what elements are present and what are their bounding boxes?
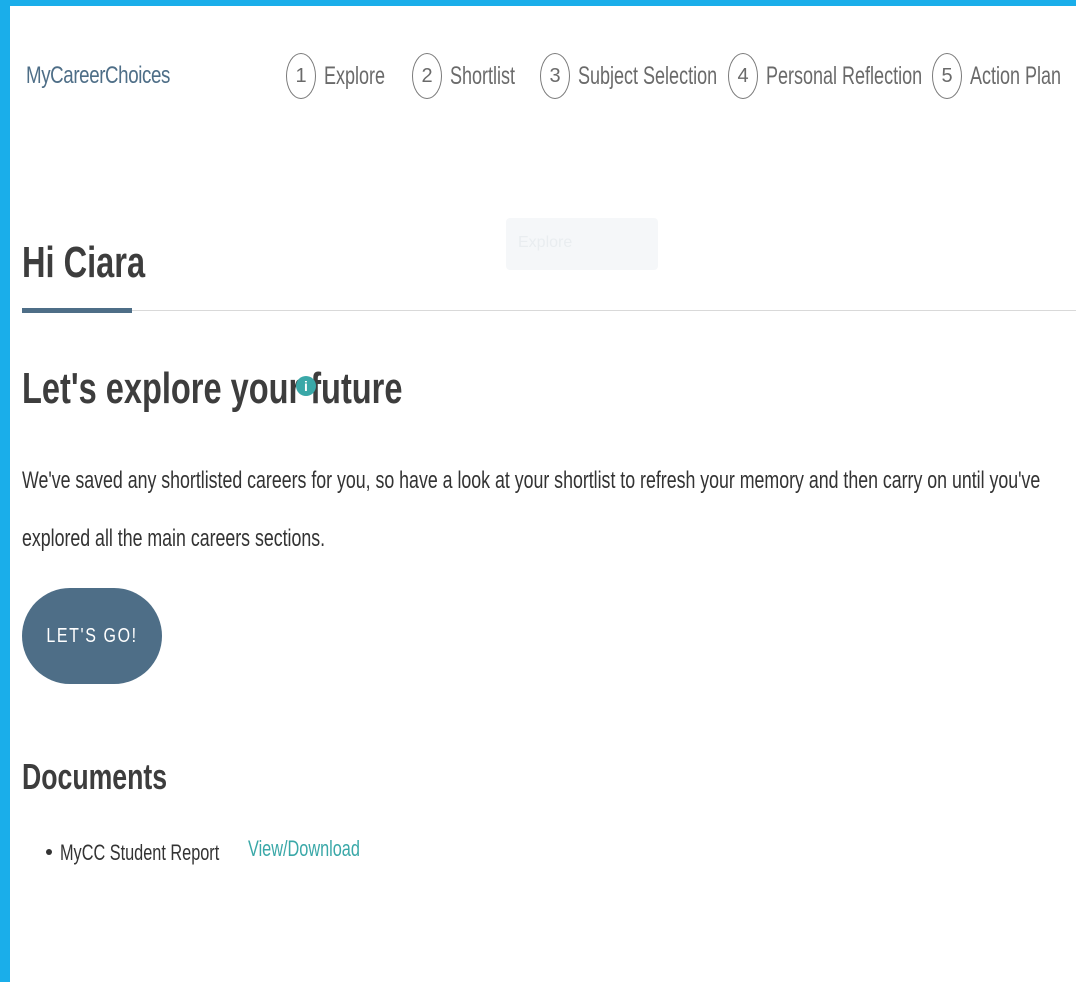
top-navigation: MyCareerChoices 1 Explore 2 Shortlist 3 … (10, 6, 1076, 156)
nav-step-shortlist[interactable]: 2 Shortlist (412, 53, 540, 99)
brand-logo[interactable]: MyCareerChoices (22, 26, 202, 126)
window-frame-left (0, 0, 10, 982)
document-name: MyCC Student Report (60, 840, 220, 865)
faded-explore-label: Explore (518, 234, 573, 251)
step-label: Personal Reflection (766, 61, 923, 90)
step-label: Action Plan (970, 61, 1062, 90)
list-item: MyCC Student Report View/Download (46, 836, 546, 870)
step-number: 3 (540, 53, 570, 99)
view-download-link[interactable]: View/Download (248, 836, 360, 862)
step-label: Explore (324, 61, 386, 90)
greeting-underline (22, 308, 132, 313)
step-label: Subject Selection (578, 61, 718, 90)
brand-name: MyCareerChoices (26, 62, 170, 89)
bullet-icon (46, 849, 52, 855)
step-number: 4 (728, 53, 758, 99)
nav-step-explore[interactable]: 1 Explore (286, 53, 409, 99)
step-number: 1 (286, 53, 316, 99)
section-title-text: Let's explore your future (22, 364, 403, 413)
step-number: 5 (932, 53, 962, 99)
nav-step-action-plan[interactable]: 5 Action Plan (932, 53, 1076, 99)
documents-heading: Documents (22, 756, 168, 797)
header-divider (22, 310, 1076, 311)
step-number: 2 (412, 53, 442, 99)
lets-go-label: LET'S GO! (46, 624, 138, 647)
page-greeting: Hi Ciara (22, 238, 146, 287)
step-label: Shortlist (450, 61, 516, 90)
intro-text: We've saved any shortlisted careers for … (22, 467, 1041, 552)
lets-go-button[interactable]: LET'S GO! (22, 588, 162, 684)
section-title: Let's explore your future (22, 364, 536, 414)
info-icon[interactable]: i (296, 376, 316, 396)
faded-explore-tab: Explore (506, 218, 658, 270)
